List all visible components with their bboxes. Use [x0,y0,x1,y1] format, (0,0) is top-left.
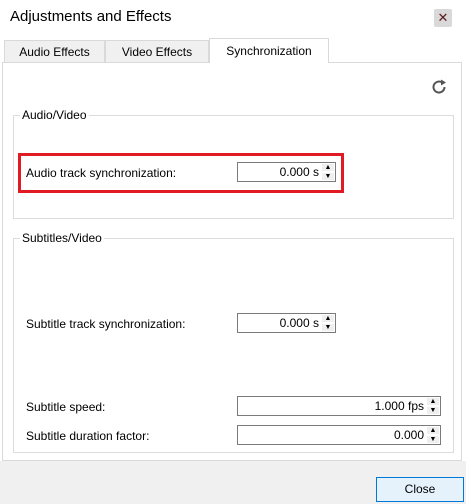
subtitle-duration-spinbox[interactable]: 0.000 ▲ ▼ [237,425,441,445]
spin-down-arrow-icon[interactable]: ▼ [427,436,439,443]
window-title: Adjustments and Effects [10,8,172,25]
tab-video-effects[interactable]: Video Effects [105,40,209,62]
spin-up-arrow-icon[interactable]: ▲ [322,315,334,322]
subtitle-sync-value: 0.000 s [279,316,319,330]
subtitles-video-group [13,238,454,453]
spin-up-arrow-icon[interactable]: ▲ [427,398,439,405]
subtitle-speed-spinbox[interactable]: 1.000 fps ▲ ▼ [237,396,441,416]
subtitle-duration-value: 0.000 [393,428,424,442]
subtitle-sync-spinbox[interactable]: 0.000 s ▲ ▼ [237,313,336,333]
subtitle-speed-value: 1.000 fps [374,399,424,413]
refresh-icon[interactable] [429,77,449,97]
window-close-button[interactable]: ✕ [434,9,452,27]
subtitle-speed-label: Subtitle speed: [26,400,106,414]
spin-down-arrow-icon[interactable]: ▼ [427,407,439,414]
audio-video-group-title: Audio/Video [20,108,89,122]
subtitle-duration-label: Subtitle duration factor: [26,429,150,443]
spin-down-arrow-icon[interactable]: ▼ [322,324,334,331]
tab-synchronization[interactable]: Synchronization [209,38,329,63]
spin-up-arrow-icon[interactable]: ▲ [427,427,439,434]
subtitles-video-group-title: Subtitles/Video [20,231,104,245]
subtitle-sync-label: Subtitle track synchronization: [26,317,186,331]
title-bar: Adjustments and Effects ✕ [0,0,466,36]
highlight-box [18,153,344,193]
close-button[interactable]: Close [376,477,464,502]
tab-audio-effects[interactable]: Audio Effects [4,40,105,62]
